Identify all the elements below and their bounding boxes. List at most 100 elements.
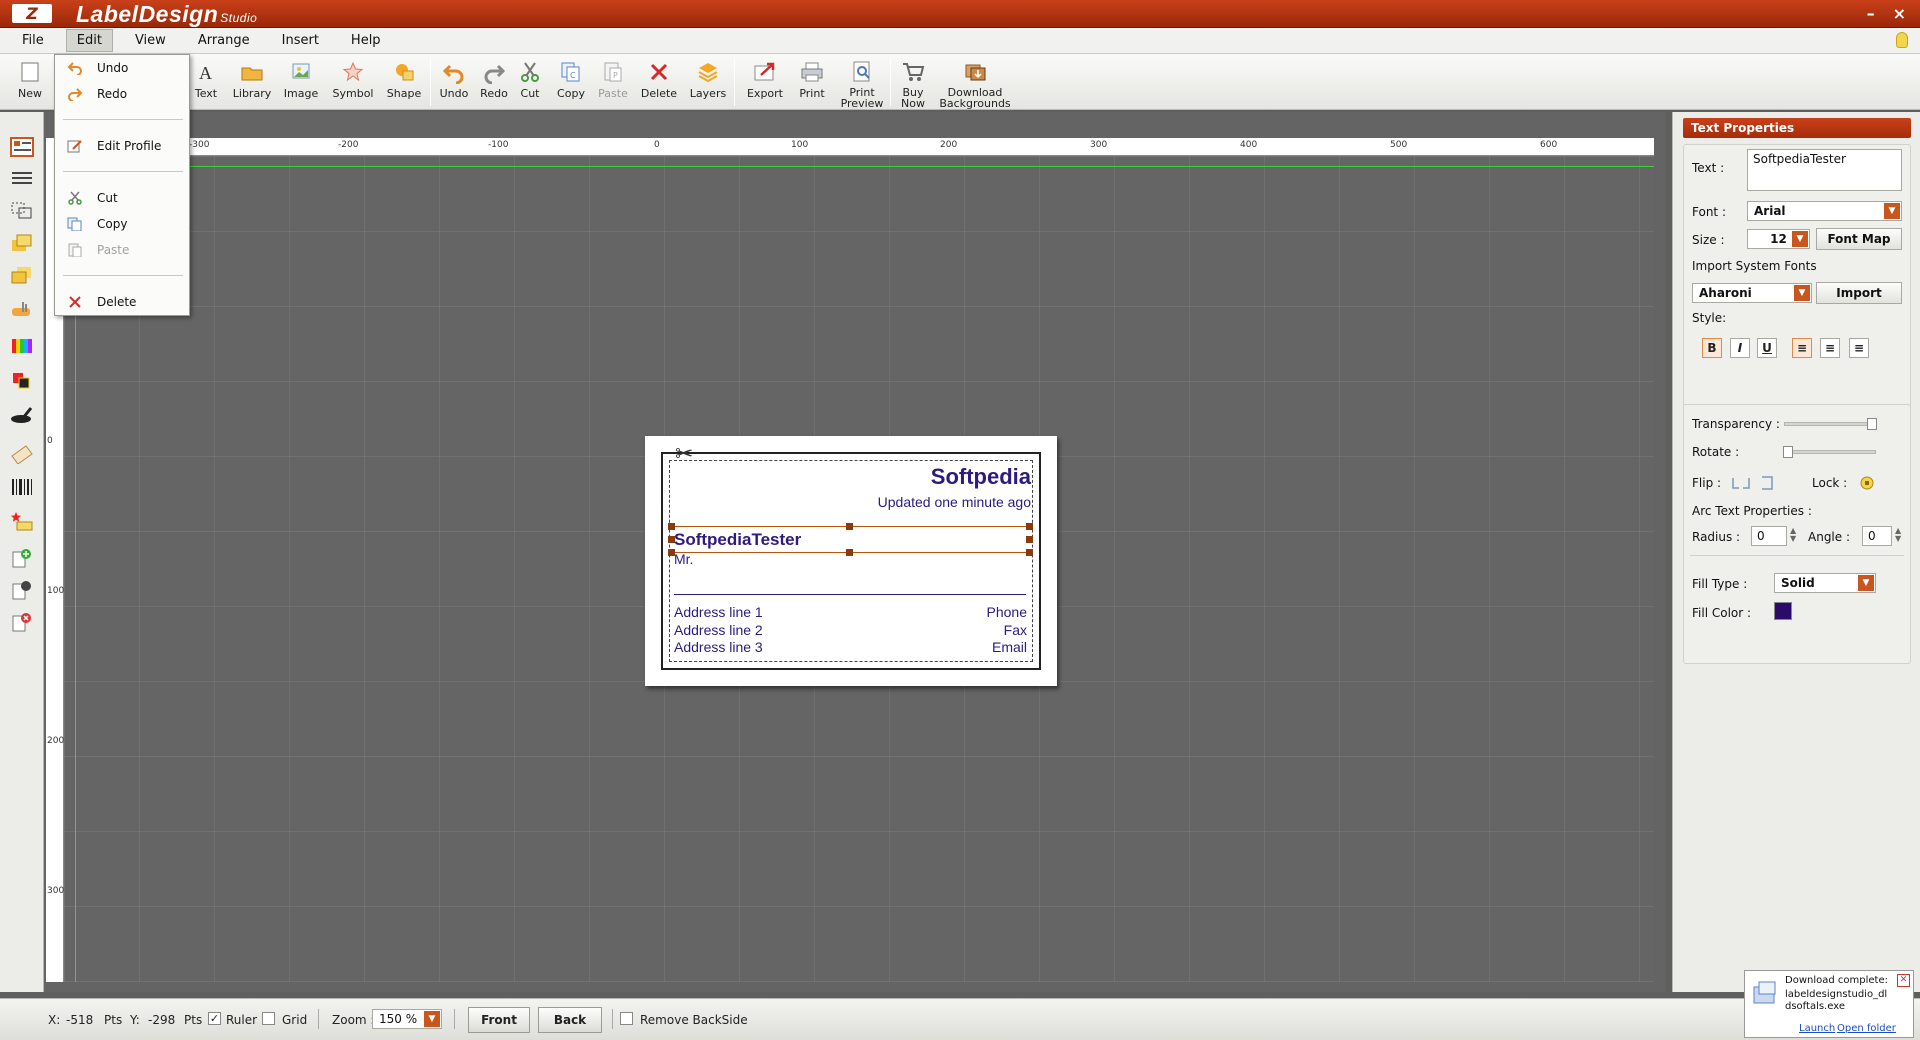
menu-file[interactable]: File (12, 30, 54, 51)
label-company[interactable]: Softpedia (931, 464, 1031, 490)
size-select[interactable]: 12 ▼ (1747, 229, 1810, 249)
remove-item-icon[interactable] (9, 612, 35, 634)
star-list-icon[interactable] (9, 510, 35, 532)
lightbulb-icon[interactable] (1896, 32, 1908, 48)
menu-redo[interactable]: Redo (55, 83, 189, 105)
label-card[interactable]: ✂ Softpedia Updated one minute ago Softp… (645, 436, 1057, 686)
download-backgrounds-button[interactable]: Download Backgrounds (938, 60, 1012, 109)
resize-handle[interactable] (668, 523, 675, 530)
slider-knob[interactable] (1783, 446, 1793, 458)
resize-handle[interactable] (1026, 549, 1033, 556)
zoom-select[interactable]: 150 % ▼ (372, 1009, 442, 1029)
undo-button[interactable]: Undo (432, 60, 476, 100)
lock-icon[interactable] (1858, 473, 1876, 491)
buy-now-button[interactable]: Buy Now (893, 60, 933, 109)
label-updated[interactable]: Updated one minute ago (878, 494, 1031, 510)
print-preview-button[interactable]: Print Preview (840, 60, 884, 109)
flip-vertical-icon[interactable] (1758, 474, 1780, 492)
flip-horizontal-icon[interactable] (1730, 474, 1752, 492)
library-button[interactable]: Library (230, 60, 274, 100)
back-button[interactable]: Back (538, 1007, 602, 1033)
system-font-select[interactable]: Aharoni ▼ (1692, 283, 1812, 303)
radius-stepper-icon[interactable]: ▲ ▼ (1790, 527, 1796, 543)
align-right-icon[interactable]: ≡ (1849, 338, 1869, 358)
align-lines-icon[interactable] (9, 168, 35, 190)
label-fax[interactable]: Fax (1004, 622, 1027, 638)
fill-color-icon[interactable] (9, 370, 35, 392)
angle-input[interactable]: 0 (1862, 526, 1892, 546)
launch-link[interactable]: Launch (1799, 1023, 1835, 1034)
ruler-checkbox[interactable]: ✓ (208, 1012, 221, 1025)
image-button[interactable]: Image (279, 60, 323, 100)
resize-handle[interactable] (1026, 523, 1033, 530)
barcode-icon[interactable] (9, 476, 35, 498)
cut-button[interactable]: Cut (508, 60, 552, 100)
info-item-icon[interactable] (9, 580, 35, 602)
color-palette-icon[interactable] (9, 336, 35, 358)
fill-color-swatch[interactable] (1774, 602, 1792, 620)
pan-hand-icon[interactable] (9, 298, 35, 320)
close-icon[interactable]: ✕ (1897, 974, 1910, 987)
italic-button[interactable]: I (1730, 338, 1750, 358)
layout-tool-icon[interactable] (9, 136, 35, 158)
menu-cut[interactable]: Cut (55, 187, 189, 209)
minimize-button[interactable]: – (1867, 4, 1875, 23)
paste-button[interactable]: P Paste (591, 60, 635, 100)
menu-view[interactable]: View (125, 30, 176, 51)
guide-line-horizontal[interactable] (64, 166, 1654, 167)
delete-button[interactable]: Delete (637, 60, 681, 100)
underline-button[interactable]: U (1757, 338, 1777, 358)
radius-input[interactable]: 0 (1751, 526, 1787, 546)
brush-icon[interactable] (9, 404, 35, 426)
ruler-tool-icon[interactable] (9, 442, 35, 464)
layers-button[interactable]: Layers (686, 60, 730, 100)
menu-edit-profile[interactable]: Edit Profile (55, 135, 189, 157)
align-center-icon[interactable]: ≡ (1820, 338, 1840, 358)
menu-insert[interactable]: Insert (272, 30, 329, 51)
font-select[interactable]: Arial ▼ (1747, 201, 1902, 221)
align-left-icon[interactable]: ≡ (1792, 338, 1812, 358)
label-phone[interactable]: Phone (987, 604, 1027, 620)
angle-stepper-icon[interactable]: ▲ ▼ (1895, 527, 1901, 543)
menu-undo[interactable]: Undo (55, 57, 189, 79)
group-tool-icon[interactable] (9, 200, 35, 222)
print-button[interactable]: Print (790, 60, 834, 100)
resize-handle[interactable] (846, 523, 853, 530)
font-map-button[interactable]: Font Map (1816, 228, 1902, 250)
label-name[interactable]: SoftpediaTester (674, 530, 801, 550)
menu-copy[interactable]: Copy (55, 213, 189, 235)
grid-checkbox[interactable] (262, 1012, 275, 1025)
label-title[interactable]: Mr. (674, 551, 693, 567)
menu-paste[interactable]: Paste (55, 239, 189, 261)
send-back-icon[interactable] (9, 264, 35, 286)
menu-arrange[interactable]: Arrange (188, 30, 260, 51)
front-button[interactable]: Front (468, 1007, 530, 1033)
remove-backside-checkbox[interactable] (620, 1012, 633, 1025)
label-address-2[interactable]: Address line 2 (674, 622, 763, 638)
bold-button[interactable]: B (1702, 338, 1722, 358)
resize-handle[interactable] (846, 549, 853, 556)
label-address-1[interactable]: Address line 1 (674, 604, 763, 620)
bring-front-icon[interactable] (9, 232, 35, 254)
label-email[interactable]: Email (992, 639, 1027, 655)
slider-knob[interactable] (1867, 418, 1877, 430)
copy-button[interactable]: C Copy (549, 60, 593, 100)
menu-edit[interactable]: Edit (65, 29, 113, 52)
transparency-slider[interactable] (1784, 418, 1877, 430)
add-item-icon[interactable] (9, 548, 35, 570)
symbol-button[interactable]: Symbol (331, 60, 375, 100)
menu-delete[interactable]: Delete (55, 291, 189, 313)
text-input[interactable]: SoftpediaTester (1747, 149, 1902, 191)
close-button[interactable]: × (1893, 4, 1906, 23)
open-folder-link[interactable]: Open folder (1837, 1023, 1896, 1034)
rotate-slider[interactable] (1783, 446, 1876, 458)
label-address-3[interactable]: Address line 3 (674, 639, 763, 655)
shape-button[interactable]: Shape (382, 60, 426, 100)
text-button[interactable]: A Text (184, 60, 228, 100)
resize-handle[interactable] (1026, 536, 1033, 543)
export-button[interactable]: Export (743, 60, 787, 100)
new-button[interactable]: New (8, 60, 52, 100)
menu-help[interactable]: Help (341, 30, 391, 51)
fill-type-select[interactable]: Solid ▼ (1774, 573, 1876, 593)
import-button[interactable]: Import (1816, 282, 1902, 304)
